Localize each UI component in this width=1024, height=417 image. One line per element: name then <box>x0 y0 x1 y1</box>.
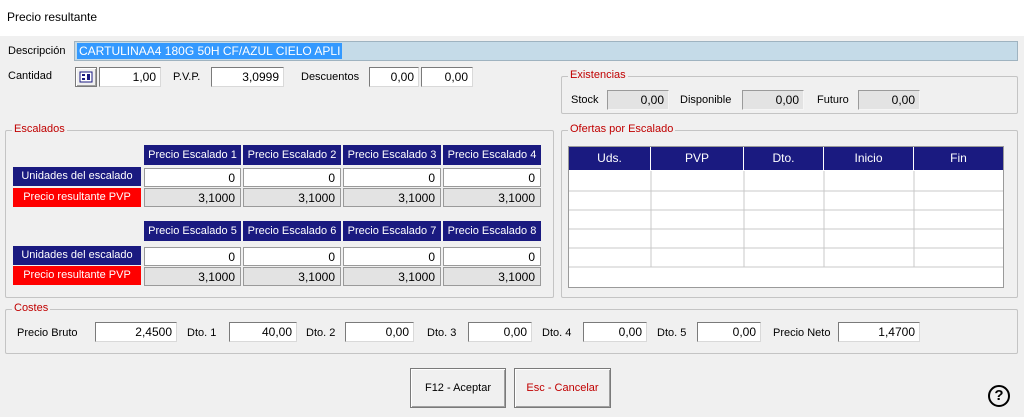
ofertas-col-fin[interactable]: Fin <box>914 147 1003 170</box>
descuento1-input[interactable]: 0,00 <box>369 67 419 87</box>
unidades-cell-5[interactable]: 0 <box>144 247 241 266</box>
disponible-value: 0,00 <box>742 90 804 110</box>
ofertas-col-inicio[interactable]: Inicio <box>824 147 914 170</box>
escalado-header-1: Precio Escalado 1 <box>144 145 241 165</box>
precio-neto-input[interactable]: 1,4700 <box>838 322 920 342</box>
calculator-button[interactable] <box>75 67 97 87</box>
descripcion-label: Descripción <box>8 45 66 57</box>
escalado-header-7: Precio Escalado 7 <box>343 221 441 241</box>
window-title: Precio resultante <box>7 10 98 24</box>
cancelar-button[interactable]: Esc - Cancelar <box>514 368 611 408</box>
dto4-input[interactable]: 0,00 <box>583 322 647 342</box>
descuentos-label: Descuentos <box>301 71 360 83</box>
descuento2-input[interactable]: 0,00 <box>421 67 473 87</box>
unidades-cell-2[interactable]: 0 <box>243 168 341 187</box>
futuro-label: Futuro <box>817 94 849 106</box>
existencias-legend: Existencias <box>568 69 628 81</box>
dto5-label: Dto. 5 <box>657 327 687 339</box>
costes-legend: Costes <box>12 302 51 314</box>
unidades-cell-7[interactable]: 0 <box>343 247 441 266</box>
unidades-cell-8[interactable]: 0 <box>443 247 541 266</box>
precio-row-label-1: Precio resultante PVP <box>13 188 141 207</box>
pvp-input[interactable]: 3,0999 <box>211 67 284 87</box>
unidades-cell-6[interactable]: 0 <box>243 247 341 266</box>
precio-bruto-label: Precio Bruto <box>17 327 78 339</box>
dto2-label: Dto. 2 <box>306 327 336 339</box>
precio-cell-5: 3,1000 <box>144 267 241 286</box>
cantidad-input[interactable]: 1,00 <box>99 67 161 87</box>
aceptar-button[interactable]: F12 - Aceptar <box>410 368 506 408</box>
pvp-label: P.V.P. <box>173 71 201 83</box>
ofertas-legend: Ofertas por Escalado <box>568 123 676 135</box>
escalados-legend: Escalados <box>12 123 67 135</box>
help-icon[interactable]: ? <box>988 385 1010 407</box>
precio-cell-6: 3,1000 <box>243 267 341 286</box>
calculator-icon <box>79 71 93 83</box>
dto1-label: Dto. 1 <box>187 327 217 339</box>
cantidad-label: Cantidad <box>8 70 53 82</box>
descripcion-field[interactable]: CARTULINAA4 180G 50H CF/AZUL CIELO APLI <box>74 41 1018 61</box>
disponible-label: Disponible <box>680 94 732 106</box>
precio-row-label-2: Precio resultante PVP <box>13 266 141 285</box>
descripcion-value: CARTULINAA4 180G 50H CF/AZUL CIELO APLI <box>77 43 343 59</box>
escalado-header-5: Precio Escalado 5 <box>144 221 241 241</box>
precio-cell-7: 3,1000 <box>343 267 441 286</box>
precio-cell-1: 3,1000 <box>144 188 241 207</box>
precio-cell-8: 3,1000 <box>443 267 541 286</box>
unidades-row-label-2: Unidades del escalado <box>13 246 141 265</box>
precio-cell-4: 3,1000 <box>443 188 541 207</box>
precio-cell-3: 3,1000 <box>343 188 441 207</box>
precio-cell-2: 3,1000 <box>243 188 341 207</box>
stock-value: 0,00 <box>607 90 669 110</box>
window-titlebar: Precio resultante <box>0 0 1024 36</box>
escalado-header-4: Precio Escalado 4 <box>443 145 541 165</box>
ofertas-col-uds[interactable]: Uds. <box>569 147 651 170</box>
unidades-cell-3[interactable]: 0 <box>343 168 441 187</box>
dto1-input[interactable]: 40,00 <box>229 322 297 342</box>
escalado-header-8: Precio Escalado 8 <box>443 221 541 241</box>
precio-neto-label: Precio Neto <box>773 327 831 339</box>
escalado-header-2: Precio Escalado 2 <box>243 145 341 165</box>
unidades-cell-1[interactable]: 0 <box>144 168 241 187</box>
escalado-header-3: Precio Escalado 3 <box>343 145 441 165</box>
dto3-label: Dto. 3 <box>427 327 457 339</box>
dto2-input[interactable]: 0,00 <box>345 322 414 342</box>
ofertas-col-pvp[interactable]: PVP <box>651 147 744 170</box>
ofertas-col-dto[interactable]: Dto. <box>744 147 824 170</box>
dto5-input[interactable]: 0,00 <box>697 322 761 342</box>
dto3-input[interactable]: 0,00 <box>468 322 532 342</box>
futuro-value: 0,00 <box>858 90 920 110</box>
escalado-header-6: Precio Escalado 6 <box>243 221 341 241</box>
stock-label: Stock <box>571 94 599 106</box>
dto4-label: Dto. 4 <box>542 327 572 339</box>
unidades-cell-4[interactable]: 0 <box>443 168 541 187</box>
unidades-row-label-1: Unidades del escalado <box>13 167 141 186</box>
precio-bruto-input[interactable]: 2,4500 <box>95 322 177 342</box>
